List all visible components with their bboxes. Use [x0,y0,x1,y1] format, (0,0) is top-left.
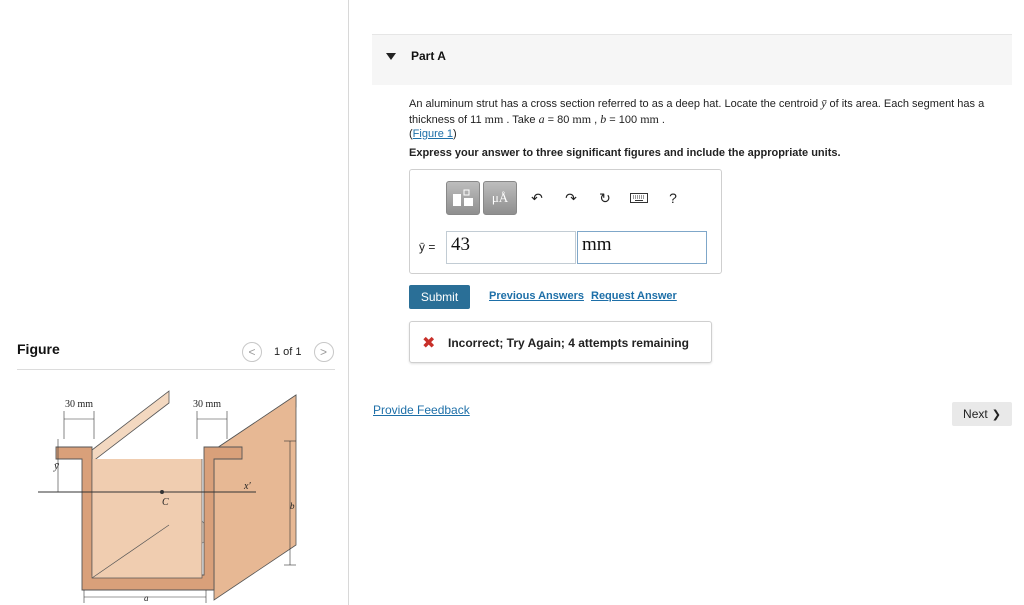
a-label: a [144,593,149,603]
figure-link[interactable]: Figure 1 [413,128,453,140]
collapse-caret-icon[interactable] [386,53,396,60]
b-label: b [290,501,295,511]
x-axis-label: x′ [243,481,251,492]
figure-title: Figure [17,341,60,357]
error-x-icon: ✖ [422,335,436,352]
figure-counter: 1 of 1 [274,346,302,358]
math-toolbar: μÅ ↶ ↷ ↻ ? [446,180,690,216]
reset-icon[interactable]: ↻ [588,181,622,215]
previous-answers-link[interactable]: Previous Answers [489,290,584,302]
ybar-label: ȳ [53,460,60,472]
answer-instruction: Express your answer to three significant… [409,147,841,159]
submit-button[interactable]: Submit [409,285,470,309]
pane-divider [348,0,349,605]
next-button[interactable]: Next ❯ [952,402,1012,426]
centroid-label: C [162,497,169,508]
next-label: Next [963,407,988,421]
figure-pane: Figure < 1 of 1 > 30 mm 30 mm ȳ C x′ b a [0,0,348,605]
figure-prev-button[interactable]: < [242,342,262,362]
keyboard-button[interactable] [622,181,656,215]
answer-variable-label: ȳ = [419,240,436,254]
chevron-right-icon: ❯ [991,408,1001,421]
units-button[interactable]: μÅ [483,181,517,215]
keyboard-icon [630,193,648,203]
dim-label-left: 30 mm [65,399,93,410]
figure-divider [17,369,335,370]
deep-hat-figure: 30 mm 30 mm ȳ C x′ b a [38,390,297,603]
answer-box: μÅ ↶ ↷ ↻ ? ȳ = 43 mm [409,169,722,274]
request-answer-link[interactable]: Request Answer [591,290,677,302]
figure-pager: < 1 of 1 > [242,342,334,362]
part-title: Part A [411,49,446,63]
template-icon [453,189,473,206]
undo-icon[interactable]: ↶ [520,181,554,215]
provide-feedback-link[interactable]: Provide Feedback [373,403,470,417]
dim-label-right: 30 mm [193,399,221,410]
problem-statement: An aluminum strut has a cross section re… [409,96,985,140]
answer-unit-input[interactable]: mm [577,231,707,264]
answer-value-input[interactable]: 43 [446,231,576,264]
template-button[interactable] [446,181,480,215]
part-header[interactable]: Part A [372,34,1012,85]
help-icon[interactable]: ? [656,181,690,215]
feedback-message: Incorrect; Try Again; 4 attempts remaini… [448,336,689,350]
feedback-box: ✖ Incorrect; Try Again; 4 attempts remai… [409,321,712,363]
redo-icon[interactable]: ↷ [554,181,588,215]
figure-next-button[interactable]: > [313,342,334,362]
